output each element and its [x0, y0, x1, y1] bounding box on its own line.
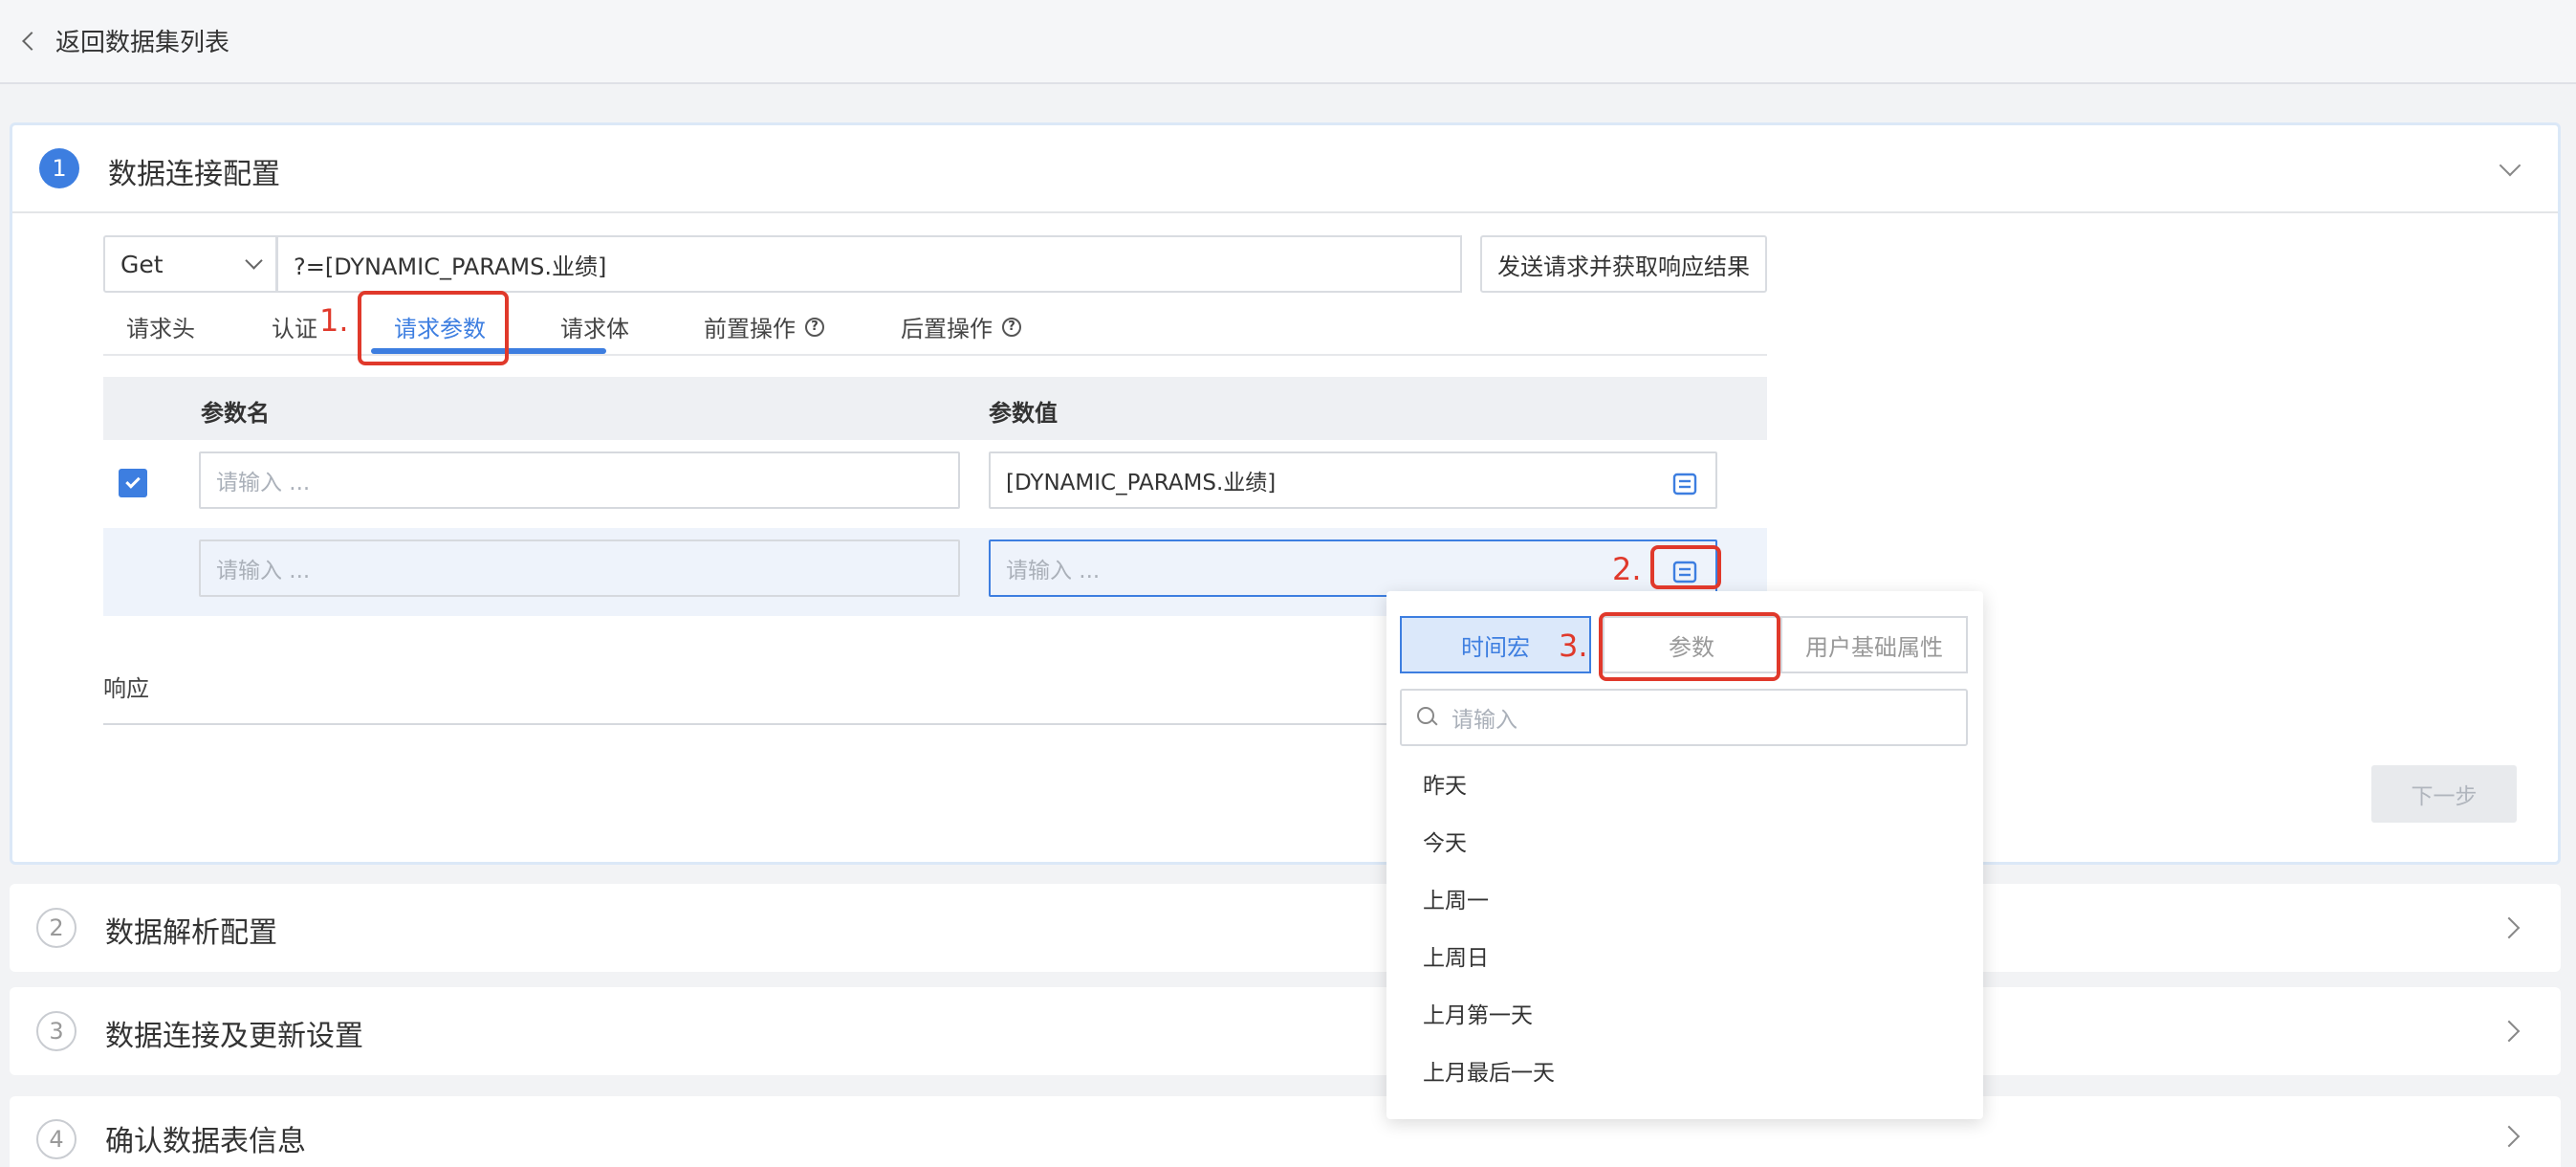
step-number-1: 1 [39, 148, 79, 188]
step-number-2: 2 [36, 908, 76, 948]
option-item[interactable]: 上周日 [1423, 939, 1489, 972]
annotation-step-1: 1. [319, 302, 349, 339]
column-header-name: 参数名 [201, 400, 270, 427]
check-icon [125, 473, 141, 489]
param-name-input[interactable]: 请输入 ... [199, 451, 960, 509]
tab-headers[interactable]: 请求头 [126, 310, 195, 343]
table-header: 参数名 参数值 [103, 377, 1767, 440]
section-title: 数据连接配置 [108, 158, 280, 191]
row-enable-checkbox[interactable] [119, 469, 147, 497]
chevron-right-icon[interactable] [2498, 1020, 2521, 1043]
send-request-button[interactable]: 发送请求并获取响应结果 [1480, 235, 1767, 293]
step-number-4: 4 [36, 1119, 76, 1159]
option-item[interactable]: 今天 [1423, 825, 1467, 857]
param-value-input[interactable]: 请输入 ... [989, 539, 1717, 597]
top-bar: 返回数据集列表 [0, 0, 2576, 84]
back-label: 返回数据集列表 [55, 29, 230, 57]
section-title: 确认数据表信息 [105, 1125, 306, 1158]
question-circle-icon: ? [1002, 317, 1021, 337]
tab-post-script[interactable]: 后置操作 ? [901, 310, 1021, 343]
section-confirm-table-info[interactable]: 4 确认数据表信息 [10, 1096, 2561, 1167]
tab-params[interactable]: 请求参数 [394, 310, 486, 343]
response-label: 响应 [103, 675, 149, 702]
section-header[interactable]: 1 数据连接配置 [12, 125, 2558, 213]
section-connection-update-settings[interactable]: 3 数据连接及更新设置 [10, 987, 2561, 1075]
method-select[interactable]: Get [103, 235, 277, 293]
method-value: Get [120, 250, 164, 278]
back-to-dataset-list[interactable]: 返回数据集列表 [19, 23, 229, 58]
section-data-parse-config[interactable]: 2 数据解析配置 [10, 884, 2561, 972]
option-item[interactable]: 上月第一天 [1423, 997, 1533, 1029]
section-title: 数据解析配置 [105, 916, 277, 950]
chevron-right-icon[interactable] [2498, 1125, 2521, 1148]
chevron-down-icon [245, 251, 263, 270]
chevron-down-icon[interactable] [2499, 154, 2521, 177]
request-tabs: 请求头 认证 请求参数 请求体 前置操作 ? 后置操作 ? [103, 297, 1767, 356]
section-title: 数据连接及更新设置 [105, 1020, 363, 1053]
search-icon [1417, 707, 1438, 728]
tab-pre-script[interactable]: 前置操作 ? [704, 310, 824, 343]
divider [103, 723, 1442, 725]
option-item[interactable]: 上周一 [1423, 882, 1489, 914]
next-step-button[interactable]: 下一步 [2371, 765, 2517, 823]
param-value-input[interactable]: [DYNAMIC_PARAMS.业绩] [989, 451, 1717, 509]
url-input[interactable]: ?=[DYNAMIC_PARAMS.业绩] [276, 235, 1462, 293]
annotation-step-2: 2. [1612, 551, 1642, 587]
step-number-3: 3 [36, 1011, 76, 1051]
tab-pre-script-label: 前置操作 [704, 316, 796, 342]
option-item[interactable]: 昨天 [1423, 767, 1467, 800]
tab-auth[interactable]: 认证 [272, 310, 317, 343]
chevron-right-icon[interactable] [2498, 916, 2521, 939]
column-header-value: 参数值 [989, 400, 1058, 427]
popup-search-input[interactable]: 请输入 [1400, 689, 1968, 746]
tab-post-script-label: 后置操作 [901, 316, 993, 342]
table-row: 请输入 ... [DYNAMIC_PARAMS.业绩] [103, 440, 1767, 528]
param-name-input[interactable]: 请输入 ... [199, 539, 960, 597]
chevron-left-icon [22, 31, 41, 51]
tab-body[interactable]: 请求体 [560, 310, 629, 343]
popup-tab-params[interactable]: 参数 [1603, 616, 1780, 673]
variable-insert-icon[interactable] [1672, 473, 1697, 495]
popup-tab-user-attributes[interactable]: 用户基础属性 [1780, 616, 1968, 673]
question-circle-icon: ? [805, 317, 824, 337]
search-placeholder: 请输入 [1452, 708, 1517, 733]
annotation-step-3: 3. [1559, 628, 1588, 664]
active-tab-indicator [371, 348, 606, 354]
variable-insert-icon[interactable] [1672, 561, 1697, 584]
option-item[interactable]: 上月最后一天 [1423, 1054, 1555, 1087]
variable-picker-popup: 时间宏 参数 用户基础属性 请输入 昨天 今天 上周一 上周日 上月第一天 上月… [1386, 591, 1983, 1119]
